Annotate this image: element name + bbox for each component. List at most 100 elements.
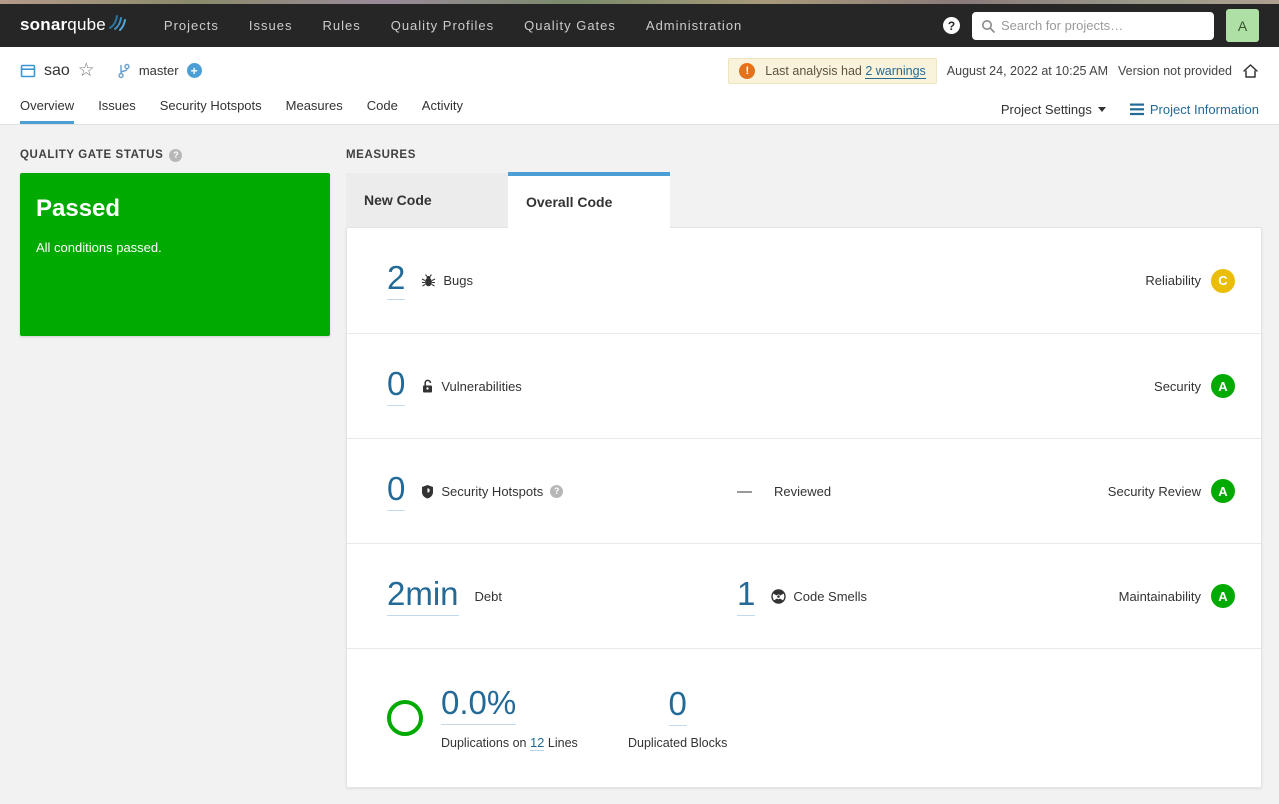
- search-input[interactable]: [1001, 18, 1205, 33]
- measures-section: MEASURES New Code Overall Code 2 Bugs Re…: [346, 139, 1262, 788]
- vulnerabilities-label: Vulnerabilities: [441, 378, 522, 394]
- logo-text: sonarqube: [20, 14, 106, 34]
- tab-activity[interactable]: Activity: [422, 98, 463, 124]
- add-branch-icon[interactable]: +: [186, 63, 202, 78]
- list-icon: [1129, 103, 1144, 116]
- nav-projects[interactable]: Projects: [164, 18, 219, 33]
- home-icon[interactable]: [1242, 63, 1259, 79]
- tab-new-code[interactable]: New Code: [346, 173, 508, 228]
- project-actions: Project Settings Project Information: [1001, 102, 1259, 124]
- wave-icon: [108, 12, 128, 37]
- tab-overview[interactable]: Overview: [20, 98, 75, 124]
- favorite-star-icon[interactable]: ☆: [78, 61, 95, 80]
- sonarqube-logo[interactable]: sonarqube: [20, 12, 128, 37]
- version-label: Version not provided: [1118, 63, 1232, 78]
- analysis-meta: ! Last analysis had 2 warnings August 24…: [728, 57, 1259, 84]
- analysis-date: August 24, 2022 at 10:25 AM: [946, 63, 1109, 78]
- nav-rules[interactable]: Rules: [322, 18, 360, 33]
- warning-icon: !: [739, 62, 756, 79]
- warning-text: Last analysis had 2 warnings: [765, 63, 926, 79]
- duplication-ring-icon: [387, 700, 423, 736]
- reviewed-dash: —: [737, 482, 752, 500]
- main-nav: Projects Issues Rules Quality Profiles Q…: [164, 18, 742, 33]
- code-smells-label: Code Smells: [793, 588, 868, 604]
- bug-icon: [421, 273, 436, 288]
- quality-gate-help-icon[interactable]: ?: [169, 148, 183, 162]
- security-rating-badge: A: [1211, 374, 1235, 398]
- duplications-col: 0.0% Duplications on 12 Lines: [441, 686, 578, 751]
- open-lock-icon: [421, 379, 434, 394]
- security-hotspots-label-group: Security Hotspots ?: [421, 483, 564, 499]
- search-box: [972, 11, 1214, 40]
- warnings-link[interactable]: 2 warnings: [865, 63, 926, 79]
- help-icon[interactable]: ?: [943, 17, 960, 34]
- vulnerabilities-count-link[interactable]: 0: [387, 367, 406, 406]
- nav-quality-profiles[interactable]: Quality Profiles: [391, 18, 494, 33]
- duplicated-blocks-label: Duplicated Blocks: [628, 735, 728, 750]
- quality-gate-status: Passed: [36, 195, 121, 222]
- tab-measures[interactable]: Measures: [286, 98, 343, 124]
- duplicated-blocks-count-link[interactable]: 0: [668, 687, 687, 726]
- measures-heading: MEASURES: [346, 149, 416, 161]
- project-settings-dropdown[interactable]: Project Settings: [1001, 102, 1106, 117]
- project-name: sao: [44, 61, 70, 79]
- tab-security-hotspots[interactable]: Security Hotspots: [160, 98, 262, 124]
- measure-row-duplications: 0.0% Duplications on 12 Lines 0 Duplicat…: [347, 648, 1261, 787]
- code-smells-label-group: Code Smells: [771, 589, 867, 604]
- tab-overall-code[interactable]: Overall Code: [508, 172, 670, 228]
- measures-card: 2 Bugs Reliability C 0 Vulnerabilities S…: [346, 227, 1262, 788]
- project-header: sao ☆ master + ! Last analysis had 2 war…: [0, 47, 1279, 125]
- security-review-group: Security Review A: [1108, 479, 1235, 503]
- security-review-label: Security Review: [1107, 483, 1201, 499]
- bugs-count-link[interactable]: 2: [387, 261, 406, 300]
- security-hotspots-count-link[interactable]: 0: [387, 472, 406, 511]
- bugs-label-group: Bugs: [421, 273, 473, 288]
- quality-gate-section: QUALITY GATE STATUS ? Passed All conditi…: [20, 139, 330, 788]
- vulnerabilities-label-group: Vulnerabilities: [421, 378, 522, 394]
- quality-gate-heading: QUALITY GATE STATUS: [20, 149, 164, 161]
- project-tabs: Overview Issues Security Hotspots Measur…: [20, 98, 463, 124]
- user-avatar[interactable]: A: [1226, 9, 1259, 42]
- duplications-percent-link[interactable]: 0.0%: [441, 686, 517, 725]
- reviewed-label: Reviewed: [774, 483, 832, 499]
- security-hotspots-label: Security Hotspots: [441, 483, 544, 499]
- branch-name: master: [138, 63, 179, 78]
- duplicated-blocks-group: 0 Duplicated Blocks: [628, 687, 727, 750]
- nav-issues[interactable]: Issues: [249, 18, 293, 33]
- quality-gate-status-box: Passed All conditions passed.: [20, 173, 330, 336]
- reliability-group: Reliability C: [1145, 268, 1235, 293]
- debt-label: Debt: [474, 588, 502, 604]
- project-tabs-row: Overview Issues Security Hotspots Measur…: [20, 94, 1259, 124]
- project-icon: [20, 63, 36, 79]
- quality-gate-message: All conditions passed.: [36, 240, 162, 255]
- reliability-label: Reliability: [1145, 273, 1201, 288]
- duplications-group: 0.0% Duplications on 12 Lines: [387, 686, 578, 751]
- bugs-label: Bugs: [443, 273, 473, 288]
- navbar-right: ? A: [943, 9, 1259, 42]
- debt-value-link[interactable]: 2min: [387, 577, 459, 616]
- duplicated-lines-link[interactable]: 12: [529, 735, 545, 751]
- security-label: Security: [1154, 378, 1201, 394]
- maintainability-rating-badge: A: [1211, 584, 1235, 608]
- reviewed-group: — Reviewed: [737, 483, 831, 500]
- security-hotspots-help-icon[interactable]: ?: [550, 484, 564, 498]
- nav-administration[interactable]: Administration: [646, 18, 742, 33]
- measures-heading-row: MEASURES: [346, 147, 1262, 163]
- maintainability-label: Maintainability: [1118, 588, 1201, 604]
- project-title-row: sao ☆ master + ! Last analysis had 2 war…: [20, 47, 1259, 94]
- measure-row-vulnerabilities: 0 Vulnerabilities Security A: [347, 333, 1261, 438]
- top-navbar: sonarqube Projects Issues Rules Quality …: [0, 4, 1279, 47]
- project-information-link[interactable]: Project Information: [1129, 102, 1259, 117]
- reliability-rating-badge: C: [1211, 268, 1235, 293]
- chevron-down-icon: [1097, 107, 1106, 112]
- code-smells-count-link[interactable]: 1: [737, 577, 756, 616]
- security-group: Security A: [1154, 374, 1235, 398]
- code-smell-icon: [771, 588, 787, 604]
- tab-issues[interactable]: Issues: [98, 98, 136, 124]
- measure-row-security-hotspots: 0 Security Hotspots ? — Reviewed Securit…: [347, 438, 1261, 543]
- nav-quality-gates[interactable]: Quality Gates: [524, 18, 616, 33]
- quality-gate-heading-row: QUALITY GATE STATUS ?: [20, 147, 330, 163]
- shield-icon: [421, 484, 434, 499]
- debt-label-group: Debt: [475, 589, 502, 604]
- tab-code[interactable]: Code: [367, 98, 398, 124]
